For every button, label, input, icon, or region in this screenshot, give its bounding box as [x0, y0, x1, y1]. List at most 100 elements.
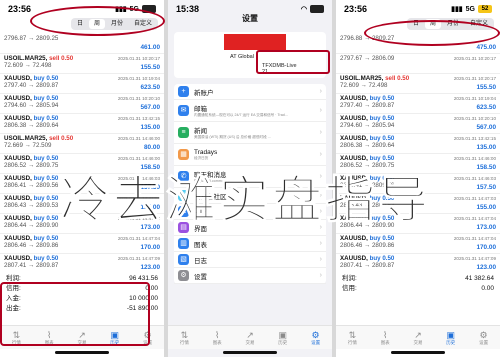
highlight-oval-period-left	[30, 6, 165, 36]
tab-label: 历史	[278, 339, 288, 345]
summary-row: 信用: 0.00	[342, 284, 494, 294]
table-row[interactable]: XAUUSD, buy 0.50 2797.40 → 2809.87 2025.01…	[0, 74, 164, 94]
table-row[interactable]: USOIL.MAR25, sell 0.50 72.609 → 72.498 202…	[0, 54, 164, 74]
table-row[interactable]: 2797.67 → 2806.09 2025.01.31 10:20:17	[336, 54, 500, 74]
menu-item-mail[interactable]: ✉ 邮箱 内置通知系统—现在可以 24/7 运行 EA 交易和信号 · Trad..…	[174, 100, 326, 122]
redacted-account-name	[224, 34, 286, 50]
menu-item-subtitle: 内置通知系统—现在可以 24/7 运行 EA 交易和信号 · Trad...	[194, 113, 288, 117]
tab-label: 交易	[245, 339, 255, 345]
trade-datetime: 2025.01.31 14:47:04	[117, 236, 160, 241]
trade-symbol: XAUUSD	[340, 255, 367, 262]
tab-settings[interactable]: ⚙ 设置	[470, 330, 498, 346]
table-row[interactable]: XAUUSD, buy 0.50 2806.38 → 2809.64 2025.01…	[0, 114, 164, 134]
signal-icon: ▮▮▮	[451, 6, 463, 13]
tab-label: 图表	[212, 339, 222, 345]
trade-price: 72.669 → 72.509	[4, 142, 52, 149]
trade-datetime: 2025.01.31 13:42:15	[453, 136, 496, 141]
trade-profit: 170.00	[140, 244, 160, 251]
trade-datetime: 2025.01.31 14:47:04	[453, 216, 496, 221]
trade-price: 2807.41 → 2809.87	[4, 262, 59, 269]
trade-profit: 461.00	[140, 44, 160, 51]
trade-price: 2806.38 → 2809.64	[4, 122, 59, 129]
trade-profit: 567.00	[140, 104, 160, 111]
watermark-text: 冷去滩实盘指导	[60, 171, 431, 230]
trade-profit: 623.50	[476, 104, 496, 111]
chevron-right-icon: ›	[319, 107, 322, 114]
table-row[interactable]: XAUUSD, buy 0.50 2806.46 → 2809.86 2025.01…	[336, 234, 500, 254]
history-summary: 利润: 41 382.64 信用: 0.00	[336, 271, 500, 323]
table-row[interactable]: XAUUSD, buy 0.50 2807.41 → 2809.87 2025.01…	[0, 254, 164, 271]
menu-item-person-add[interactable]: + 新账户 ›	[174, 84, 326, 100]
trade-symbol: USOIL.MAR25	[340, 75, 382, 82]
trade-side: buy 0.50	[369, 135, 395, 142]
menu-item-label: 日志	[194, 257, 207, 265]
bottom-tab-bar: ⇅ 行情 ⌇ 图表 ↗ 交易 ▣ 历史 ⚙ 设置	[336, 325, 500, 349]
status-time: 15:38	[176, 4, 200, 14]
tab-chart[interactable]: ⌇ 图表	[371, 330, 399, 346]
trade-price: 2806.46 → 2809.86	[4, 242, 59, 249]
tab-chart[interactable]: ⌇ 图表	[203, 330, 231, 346]
home-indicator	[55, 351, 109, 354]
trade-profit: 80.00	[144, 144, 160, 151]
trade-symbol: XAUUSD	[340, 115, 367, 122]
table-row[interactable]: XAUUSD, buy 0.50 2807.41 → 2809.87 2025.01…	[336, 254, 500, 271]
trade-profit: 173.00	[476, 224, 496, 231]
trade-symbol: XAUUSD	[4, 255, 31, 262]
chevron-right-icon: ›	[319, 240, 322, 247]
trade-side: buy 0.50	[33, 115, 59, 122]
trade-side: sell 0.50	[385, 75, 410, 82]
trade-price: 2796.87 → 2809.25	[4, 35, 59, 42]
chevron-right-icon: ›	[319, 272, 322, 279]
trade-datetime: 2025.01.31 10:20:17	[453, 56, 496, 61]
trade-side: buy 0.50	[33, 195, 59, 202]
trade-symbol: XAUUSD	[4, 235, 31, 242]
highlight-oval-period-right	[364, 20, 500, 46]
table-row[interactable]: XAUUSD, buy 0.50 2806.46 → 2809.86 2025.01…	[0, 234, 164, 254]
table-row[interactable]: XAUUSD, buy 0.50 2794.60 → 2805.94 2025.01…	[336, 114, 500, 134]
trade-side: buy 0.50	[369, 95, 395, 102]
account-card[interactable]: AT Global TFXDMB-Live 21	[174, 32, 330, 78]
tab-trade[interactable]: ↗ 交易	[236, 330, 264, 346]
tab-label: 历史	[446, 339, 456, 345]
status-bar: 15:38 ◠	[168, 0, 332, 18]
trade-profit: 135.00	[140, 124, 160, 131]
wifi-icon: ◠	[300, 6, 307, 13]
trade-datetime: 2025.01.31 13:42:15	[117, 116, 160, 121]
menu-item-settings[interactable]: ⚙ 设置 ›	[174, 268, 326, 284]
trade-symbol: XAUUSD	[340, 95, 367, 102]
table-row[interactable]: XAUUSD, buy 0.50 2794.60 → 2805.94 2025.01…	[0, 94, 164, 114]
trade-history-list: 2796.88 → 2809.27 475.00 2797.67 → 2806.09…	[336, 34, 500, 271]
trade-side: buy 0.50	[33, 95, 59, 102]
menu-item-chart[interactable]: ▥ 图表 ›	[174, 236, 326, 252]
battery-icon	[310, 5, 324, 13]
menu-item-journal[interactable]: ▧ 日志 ›	[174, 252, 326, 268]
menu-item-news[interactable]: ≡ 新闻 美国原油 (WTI) 期货 (US) 沿 总价格 超低时段 ... ›	[174, 122, 326, 144]
tab-quotes[interactable]: ⇅ 行情	[338, 330, 366, 346]
trade-profit: 135.00	[476, 144, 496, 151]
trade-icon: ↗	[414, 329, 422, 340]
tab-history[interactable]: ▣ 历史	[437, 330, 465, 346]
trade-price: 2806.38 → 2809.64	[340, 142, 395, 149]
menu-item-label: 新账户	[194, 89, 214, 97]
trade-datetime: 2025.01.31 10:19:04	[453, 96, 496, 101]
table-row[interactable]: XAUUSD, buy 0.50 2797.40 → 2809.87 2025.01…	[336, 94, 500, 114]
tab-settings[interactable]: ⚙ 设置	[302, 330, 330, 346]
table-row[interactable]: 2796.87 → 2809.25 461.00	[0, 34, 164, 54]
menu-item-subtitle: 美国原油 (WTI) 期货 (US) 沿 总价格 超低时段 ...	[194, 135, 271, 139]
settings-icon: ⚙	[178, 270, 189, 281]
journal-icon: ▧	[178, 254, 189, 265]
tab-trade[interactable]: ↗ 交易	[404, 330, 432, 346]
table-row[interactable]: USOIL.MAR25, sell 0.50 72.609 → 72.498 202…	[336, 74, 500, 94]
calendar-icon: ▦	[178, 149, 189, 160]
menu-item-text: 新闻 美国原油 (WTI) 期货 (US) 沿 总价格 超低时段 ...	[194, 125, 320, 140]
tab-quotes[interactable]: ⇅ 行情	[170, 330, 198, 346]
trade-symbol: USOIL.MAR25	[4, 135, 46, 142]
tab-history[interactable]: ▣ 历史	[269, 330, 297, 346]
table-row[interactable]: USOIL.MAR25, sell 0.50 72.669 → 72.509 202…	[0, 134, 164, 154]
trade-symbol: XAUUSD	[4, 155, 31, 162]
table-row[interactable]: XAUUSD, buy 0.50 2806.38 → 2809.64 2025.01…	[336, 134, 500, 154]
trade-symbol: XAUUSD	[4, 175, 31, 182]
chevron-right-icon: ›	[319, 151, 322, 158]
status-time: 23:56	[8, 4, 32, 14]
menu-item-text: 新账户	[194, 87, 320, 97]
